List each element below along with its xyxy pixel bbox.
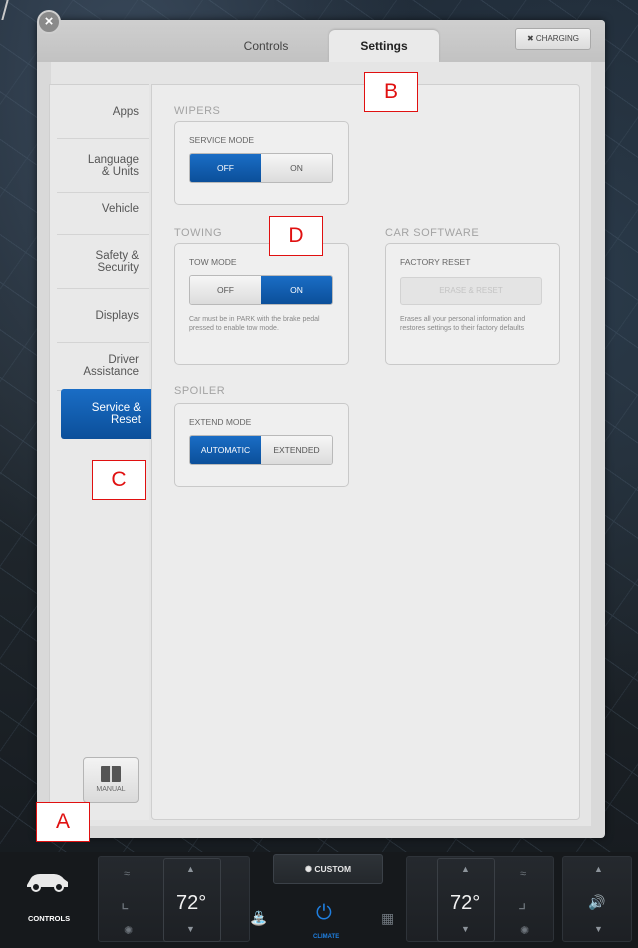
service-mode-label: SERVICE MODE [189,135,255,145]
erase-reset-button[interactable]: ERASE & RESET [400,277,542,305]
extend-mode-automatic[interactable]: AUTOMATIC [190,436,261,464]
service-mode-on[interactable]: ON [261,154,332,182]
sidebar-item-safety-security[interactable]: Safety & Security [57,235,149,289]
service-mode-toggle[interactable]: OFF ON [189,153,333,183]
settings-content: WIPERS SERVICE MODE OFF ON TOWING TOW MO… [151,84,580,820]
sidebar-item-driver-assistance[interactable]: Driver Assistance [57,341,149,391]
custom-label: CUSTOM [314,864,352,874]
sidebar-item-label: Displays [95,309,139,322]
sidebar-item-label: Language & Units [87,153,139,178]
wipers-title: WIPERS [174,105,221,117]
fan-icon[interactable]: ✺ [520,924,529,937]
front-defrost-icon[interactable]: ⛲ [250,910,267,927]
passenger-temperature: 72° [450,892,481,914]
spoiler-card: EXTEND MODE AUTOMATIC EXTENDED [174,403,349,487]
seat-heat-icon[interactable]: ≈ [520,868,526,880]
custom-fan-button[interactable]: ✺ CUSTOM [273,854,383,884]
service-mode-off[interactable]: OFF [190,154,261,182]
tab-settings[interactable]: Settings [329,30,439,62]
tab-bar: Controls Settings ✖ CHARGING [37,20,605,62]
sidebar: Apps Language & Units Vehicle Safety & S… [49,84,149,820]
sidebar-item-displays[interactable]: Displays [57,289,149,343]
climate-label: CLIMATE [313,934,340,940]
volume-icon[interactable]: 🔊 [588,894,605,911]
fan-icon[interactable]: ✺ [124,924,133,937]
manual-label: MANUAL [96,786,126,793]
close-icon[interactable]: × [37,10,61,34]
sidebar-item-label: Safety & Security [95,249,139,274]
factory-reset-label: FACTORY RESET [400,257,471,267]
annotation-b: B [364,72,418,112]
sidebar-item-label: Vehicle [101,202,139,215]
towing-title: TOWING [174,227,223,239]
annotation-a: A [36,802,90,842]
chevron-up-icon[interactable]: ▲ [594,864,603,874]
fan-icon: ✺ [304,864,313,874]
tab-controls[interactable]: Controls [211,30,321,62]
tow-mode-label: TOW MODE [189,257,237,267]
car-icon [27,874,68,892]
car-software-card: FACTORY RESET ERASE & RESET Erases all y… [385,243,560,365]
extend-mode-toggle[interactable]: AUTOMATIC EXTENDED [189,435,333,465]
manual-button[interactable]: MANUAL [83,757,139,803]
rear-defrost-icon[interactable]: ▦ [381,910,394,927]
chevron-up-icon[interactable]: ▲ [461,864,470,874]
factory-reset-note: Erases all your personal information and… [400,316,526,332]
sidebar-item-label: Driver Assistance [83,353,139,378]
annotation-c: C [92,460,146,500]
charging-label: CHARGING [535,34,580,43]
extend-mode-label: EXTEND MODE [189,417,252,427]
sidebar-item-label: Apps [112,105,139,118]
sidebar-item-apps[interactable]: Apps [57,85,149,139]
tow-mode-off[interactable]: OFF [190,276,261,304]
charging-button[interactable]: ✖ CHARGING [515,28,591,50]
controls-label: CONTROLS [28,914,71,923]
tow-mode-note: Car must be in PARK with the brake pedal… [189,316,320,332]
chevron-up-icon[interactable]: ▲ [186,864,195,874]
tow-mode-toggle[interactable]: OFF ON [189,275,333,305]
sidebar-item-service-reset[interactable]: Service & Reset [61,389,151,439]
power-icon[interactable]: ⏻ [316,902,332,925]
chevron-down-icon[interactable]: ▼ [186,924,195,934]
seat-heat-icon[interactable]: ≈ [124,868,130,880]
wipers-card: SERVICE MODE OFF ON [174,121,349,205]
annotation-d: D [269,216,323,256]
towing-card: TOW MODE OFF ON Car must be in PARK with… [174,243,349,365]
sidebar-item-label: Service & Reset [91,402,141,426]
plug-icon: ✖ [526,34,534,43]
car-software-title: CAR SOFTWARE [385,227,480,239]
chevron-down-icon[interactable]: ▼ [461,924,470,934]
tow-mode-on[interactable]: ON [261,276,332,304]
book-icon [101,766,121,782]
extend-mode-extended[interactable]: EXTENDED [261,436,332,464]
sidebar-item-vehicle[interactable]: Vehicle [57,183,149,235]
controls-button[interactable] [8,856,86,942]
driver-temperature: 72° [176,892,207,914]
seat-icon[interactable]: ⌟ [518,892,526,913]
chevron-down-icon[interactable]: ▼ [594,924,603,934]
spoiler-title: SPOILER [174,385,226,397]
seat-icon[interactable]: ⌞ [121,892,129,913]
